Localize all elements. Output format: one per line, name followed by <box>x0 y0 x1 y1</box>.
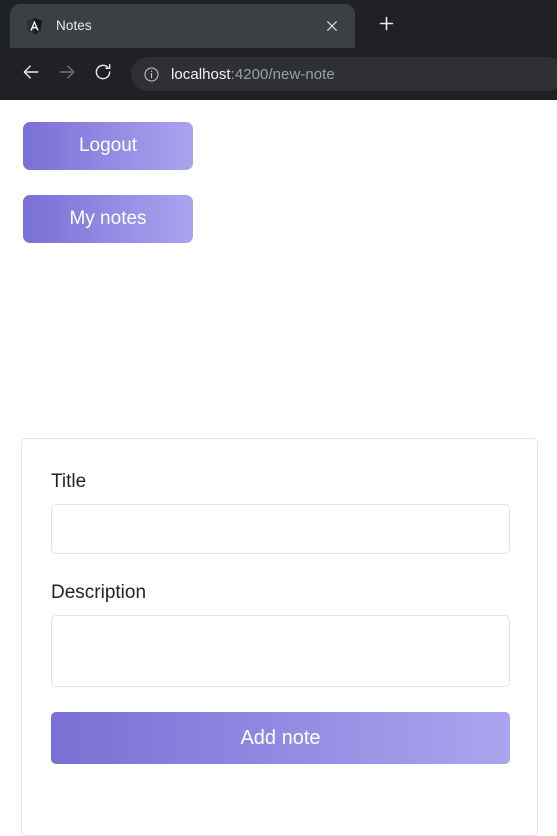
url-host: localhost <box>171 65 231 83</box>
arrow-right-icon <box>57 62 77 87</box>
info-circle-icon[interactable] <box>143 66 160 83</box>
close-icon[interactable] <box>321 15 343 37</box>
new-note-card: Title Description Add note <box>21 438 538 836</box>
action-button-group: Logout My notes <box>0 100 557 243</box>
my-notes-button[interactable]: My notes <box>23 195 193 243</box>
tab-strip: Notes <box>0 0 557 48</box>
reload-button[interactable] <box>86 57 120 91</box>
angular-shield-icon <box>25 17 44 36</box>
forward-button[interactable] <box>50 57 84 91</box>
reload-icon <box>93 62 113 87</box>
page-content: Logout My notes Title Description Add no… <box>0 100 557 836</box>
add-note-button[interactable]: Add note <box>51 712 510 764</box>
back-button[interactable] <box>14 57 48 91</box>
new-note-form: Title Description Add note <box>22 439 537 764</box>
browser-chrome: Notes localhost:4200/new-note <box>0 0 557 100</box>
url-path: :4200/new-note <box>230 65 335 83</box>
title-input[interactable] <box>51 504 510 554</box>
address-bar-url: localhost:4200/new-note <box>171 66 335 83</box>
description-input[interactable] <box>51 615 510 687</box>
title-label: Title <box>51 471 87 492</box>
plus-icon <box>379 16 394 36</box>
browser-tab-notes[interactable]: Notes <box>10 4 355 48</box>
address-bar[interactable]: localhost:4200/new-note <box>131 57 557 91</box>
browser-tab-title: Notes <box>56 19 92 33</box>
new-tab-button[interactable] <box>369 9 403 43</box>
arrow-left-icon <box>21 62 41 87</box>
logout-button[interactable]: Logout <box>23 122 193 170</box>
description-label: Description <box>51 582 147 603</box>
browser-toolbar: localhost:4200/new-note <box>0 48 557 100</box>
